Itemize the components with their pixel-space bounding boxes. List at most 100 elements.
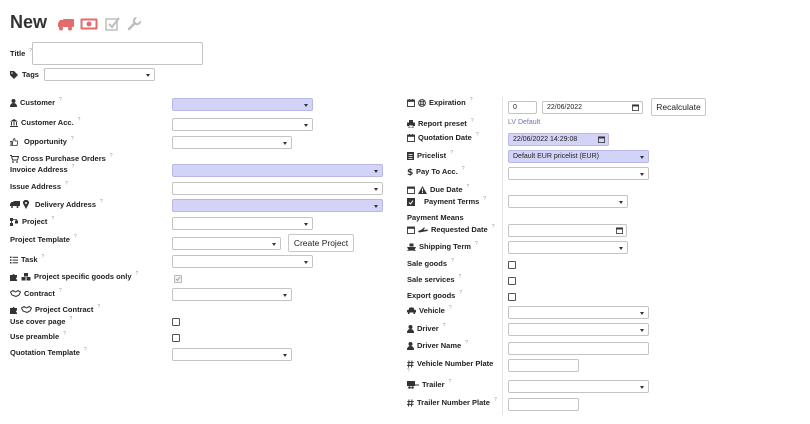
ship-icon xyxy=(407,243,416,251)
expiration-label: Expiration? xyxy=(407,97,472,107)
due-date-label: Due Date? xyxy=(407,184,469,194)
opportunity-select[interactable] xyxy=(172,136,292,149)
driver-select[interactable] xyxy=(508,323,649,336)
customer-acc-label: Customer Acc.? xyxy=(10,117,80,127)
bank-icon xyxy=(10,118,18,127)
pay-to-label: $ Pay To Acc.? xyxy=(407,165,465,177)
project-label: Project? xyxy=(10,216,54,226)
project-specific-label: Project specific goods only? xyxy=(10,271,138,281)
title-label: Title? xyxy=(10,47,33,59)
delivery-address-select[interactable] xyxy=(172,199,383,212)
shipping-term-label: Shipping Term? xyxy=(407,241,478,251)
preamble-checkbox[interactable] xyxy=(172,334,180,342)
project-template-label: Project Template? xyxy=(10,233,77,245)
export-goods-checkbox[interactable] xyxy=(508,293,516,301)
customer-acc-select[interactable] xyxy=(172,118,313,131)
cubes-icon xyxy=(21,272,31,280)
puzzle-icon xyxy=(10,273,17,281)
map-marker-icon xyxy=(23,200,29,209)
puzzle-icon xyxy=(10,306,17,314)
warning-icon xyxy=(418,185,427,194)
vehicle-plate-label: Vehicle Number Plate xyxy=(407,359,493,368)
calendar-icon xyxy=(407,98,415,107)
page-title: New xyxy=(10,12,48,32)
task-select[interactable] xyxy=(172,255,313,268)
preamble-label: Use preamble? xyxy=(10,330,66,342)
quotation-date-label: Quotation Date? xyxy=(407,132,479,142)
calendar-icon xyxy=(407,226,415,234)
quotation-template-select[interactable] xyxy=(172,348,292,361)
vehicle-select[interactable] xyxy=(508,306,649,319)
trailer-plate-input[interactable] xyxy=(508,398,579,411)
sale-services-checkbox[interactable] xyxy=(508,277,516,285)
life-ring-icon xyxy=(418,98,426,107)
calendar-icon xyxy=(632,104,639,111)
tags-icon xyxy=(10,70,18,79)
issue-address-select[interactable] xyxy=(172,182,383,195)
hashtag-icon xyxy=(407,359,414,368)
quotation-template-label: Quotation Template? xyxy=(10,346,87,358)
wrench-icon[interactable] xyxy=(126,16,142,32)
requested-date-input[interactable] xyxy=(508,224,627,237)
expiration-days-input[interactable]: 0 xyxy=(508,101,537,114)
trailer-icon xyxy=(407,380,419,389)
contract-select[interactable] xyxy=(172,288,292,301)
calendar-icon xyxy=(407,186,415,194)
pay-to-select[interactable] xyxy=(508,167,649,180)
calendar-icon xyxy=(598,136,605,143)
vehicle-plate-input[interactable] xyxy=(508,359,579,372)
recalculate-button[interactable]: Recalculate xyxy=(651,98,706,116)
project-select[interactable] xyxy=(172,217,313,230)
file-text-icon xyxy=(407,151,414,160)
user-icon xyxy=(407,324,414,333)
cross-purchase-label: Cross Purchase Orders? xyxy=(10,153,113,163)
task-label: Task? xyxy=(10,254,44,264)
pricelist-label: Pricelist? xyxy=(407,150,453,160)
truck-icon[interactable] xyxy=(57,16,75,32)
project-specific-checkbox[interactable] xyxy=(174,275,182,283)
trailer-label: Trailer? xyxy=(407,379,451,389)
export-goods-label: Export goods? xyxy=(407,289,463,301)
create-project-button[interactable]: Create Project xyxy=(288,234,354,252)
sale-services-label: Sale services? xyxy=(407,273,462,285)
thumbs-up-icon xyxy=(10,137,18,146)
car-icon xyxy=(407,307,416,314)
plane-icon xyxy=(418,227,428,232)
cover-page-checkbox[interactable] xyxy=(172,318,180,326)
pricelist-select[interactable]: Default EUR pricelist (EUR) xyxy=(508,150,649,163)
cover-page-label: Use cover page? xyxy=(10,315,73,327)
vehicle-plate-help: ? xyxy=(407,368,410,374)
check-square-icon[interactable] xyxy=(104,16,120,32)
contract-label: Contract? xyxy=(10,288,62,298)
quotation-date-input[interactable]: 22/06/2022 14:29:08 xyxy=(508,133,609,146)
project-template-select[interactable] xyxy=(172,237,281,250)
report-preset-link[interactable]: LV Default xyxy=(508,119,540,126)
payment-terms-label: Payment Terms? xyxy=(407,196,486,206)
truck-icon xyxy=(10,201,20,208)
trailer-select[interactable] xyxy=(508,380,649,393)
payment-means-label: Payment Means xyxy=(407,213,464,222)
tags-label: Tags? xyxy=(10,69,46,79)
sale-goods-checkbox[interactable] xyxy=(508,261,516,269)
customer-label: Customer? xyxy=(10,97,62,107)
expiration-date-input[interactable]: 22/06/2022 xyxy=(542,101,643,114)
handshake-icon xyxy=(21,306,32,313)
report-preset-label: Report preset? xyxy=(407,118,474,128)
invoice-address-label: Invoice Address? xyxy=(10,163,75,175)
tags-select[interactable] xyxy=(44,68,155,81)
sale-goods-label: Sale goods? xyxy=(407,257,454,269)
calendar-icon xyxy=(616,227,623,234)
vehicle-label: Vehicle? xyxy=(407,305,452,315)
invoice-address-select[interactable] xyxy=(172,164,383,177)
requested-date-label: Requested Date? xyxy=(407,224,494,234)
driver-label: Driver? xyxy=(407,323,445,333)
user-icon xyxy=(407,341,414,350)
money-bill-icon[interactable] xyxy=(80,16,98,32)
opportunity-label: Opportunity? xyxy=(10,136,74,146)
customer-select[interactable] xyxy=(172,98,313,111)
title-input[interactable] xyxy=(32,42,203,65)
payment-terms-select[interactable] xyxy=(508,195,628,208)
shipping-term-select[interactable] xyxy=(508,241,628,254)
driver-name-input[interactable] xyxy=(508,342,649,355)
column-divider xyxy=(502,97,503,415)
